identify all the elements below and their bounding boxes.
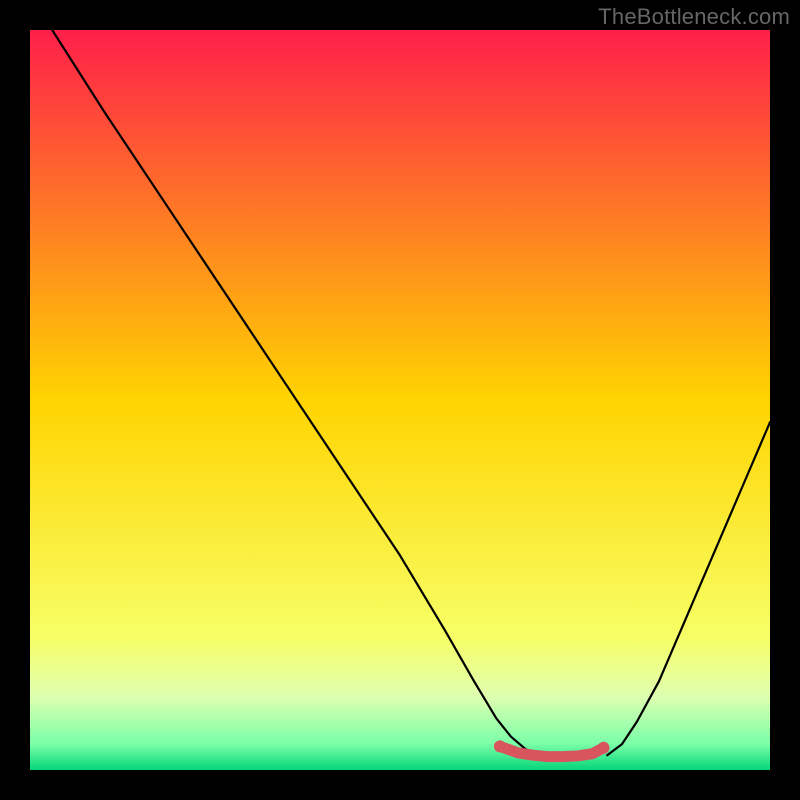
gradient-background [30,30,770,770]
watermark-label: TheBottleneck.com [598,4,790,30]
right-red-dot [598,742,610,754]
plot-area [30,30,770,770]
left-red-dot [494,740,506,752]
chart-container: TheBottleneck.com [0,0,800,800]
plot-svg [30,30,770,770]
